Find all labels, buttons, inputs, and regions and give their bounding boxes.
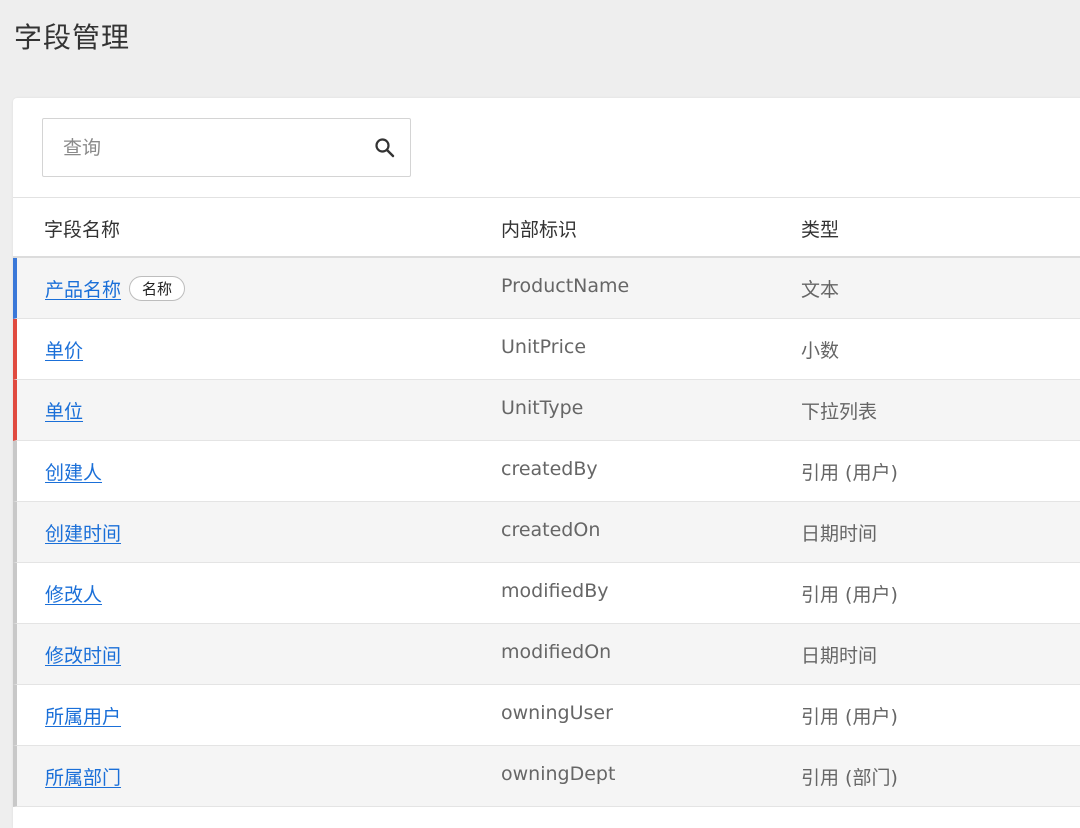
table-row[interactable]: 创建人 createdBy 引用 (用户) xyxy=(13,441,1080,502)
type-cell: 文本 xyxy=(801,279,840,301)
type-cell: 日期时间 xyxy=(801,523,878,545)
field-name-link[interactable]: 产品名称 xyxy=(45,279,121,301)
search-input[interactable] xyxy=(63,133,353,163)
type-cell: 引用 (用户) xyxy=(801,584,898,606)
field-name-cell: 单价 xyxy=(45,336,83,363)
field-name-link[interactable]: 单位 xyxy=(45,401,83,423)
field-name-cell: 修改人 xyxy=(45,580,102,607)
type-cell: 引用 (用户) xyxy=(801,706,898,728)
field-name-cell: 创建时间 xyxy=(45,519,121,546)
field-name-link[interactable]: 修改人 xyxy=(45,584,102,606)
field-name-cell: 单位 xyxy=(45,397,83,424)
field-name-cell: 产品名称 名称 xyxy=(45,275,186,302)
table-row[interactable]: 修改时间 modifiedOn 日期时间 xyxy=(13,624,1080,685)
field-name-cell: 所属用户 xyxy=(45,702,121,729)
field-name-cell: 修改时间 xyxy=(45,641,121,668)
internal-id-cell: modifiedBy xyxy=(501,580,609,602)
type-cell: 引用 (部门) xyxy=(801,767,898,789)
table-row[interactable]: 所属用户 owningUser 引用 (用户) xyxy=(13,685,1080,746)
column-header-field-name[interactable]: 字段名称 xyxy=(44,215,120,242)
internal-id-cell: UnitPrice xyxy=(501,336,587,358)
table-row[interactable]: 单价 UnitPrice 小数 xyxy=(13,319,1080,380)
field-name-link[interactable]: 所属部门 xyxy=(45,767,121,789)
internal-id-cell: owningDept xyxy=(501,763,616,785)
page-title: 字段管理 xyxy=(14,21,131,54)
table-row[interactable]: 单位 UnitType 下拉列表 xyxy=(13,380,1080,441)
type-cell: 引用 (用户) xyxy=(801,462,898,484)
field-name-cell: 创建人 xyxy=(45,458,102,485)
internal-id-cell: createdBy xyxy=(501,458,598,480)
type-cell: 日期时间 xyxy=(801,645,878,667)
type-cell: 下拉列表 xyxy=(801,401,878,423)
fields-table: 字段名称 内部标识 类型 产品名称 名称 ProductName 文本单价 UnitPr… xyxy=(13,197,1080,807)
field-name-link[interactable]: 所属用户 xyxy=(45,706,121,728)
internal-id-cell: UnitType xyxy=(501,397,584,419)
type-cell: 小数 xyxy=(801,340,840,362)
search-icon[interactable] xyxy=(373,136,397,160)
field-name-link[interactable]: 单价 xyxy=(45,340,83,362)
column-header-internal-id[interactable]: 内部标识 xyxy=(501,215,577,242)
internal-id-cell: modifiedOn xyxy=(501,641,612,663)
column-header-type[interactable]: 类型 xyxy=(801,215,839,242)
field-name-link[interactable]: 创建时间 xyxy=(45,523,121,545)
search-box[interactable] xyxy=(42,118,411,177)
field-list-card: 字段名称 内部标识 类型 产品名称名称 ProductName 文本单价 UnitPr… xyxy=(13,98,1080,828)
table-body: 产品名称 名称 ProductName 文本单价 UnitPrice 小数单位 UnitTy… xyxy=(13,258,1080,807)
table-row[interactable]: 所属部门 owningDept 引用 (部门) xyxy=(13,746,1080,807)
table-row[interactable]: 产品名称 名称 ProductName 文本 xyxy=(13,258,1080,319)
field-name-link[interactable]: 创建人 xyxy=(45,462,102,484)
internal-id-cell: ProductName xyxy=(501,275,630,297)
internal-id-cell: owningUser xyxy=(501,702,613,724)
field-name-cell: 所属部门 xyxy=(45,763,121,790)
primary-name-badge: 名称 xyxy=(129,276,186,301)
field-name-link[interactable]: 修改时间 xyxy=(45,645,121,667)
table-header: 字段名称 内部标识 类型 xyxy=(13,197,1080,258)
internal-id-cell: createdOn xyxy=(501,519,601,541)
table-row[interactable]: 创建时间 createdOn 日期时间 xyxy=(13,502,1080,563)
table-row[interactable]: 修改人 modifiedBy 引用 (用户) xyxy=(13,563,1080,624)
